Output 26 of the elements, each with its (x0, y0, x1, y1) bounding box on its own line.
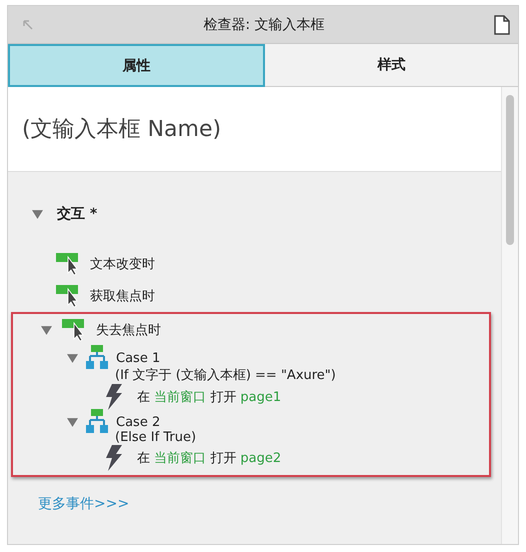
event-cursor-icon (62, 319, 86, 341)
event-label[interactable]: 获取焦点时 (90, 287, 155, 305)
action-text[interactable]: 在 当前窗口 打开 page1 (137, 388, 282, 406)
disclosure-triangle-icon[interactable] (67, 416, 78, 428)
event-cursor-icon (56, 253, 80, 275)
tab[interactable]: 属性 (8, 44, 265, 87)
case-condition: (Else If True) (114, 430, 198, 445)
event-label[interactable]: 文本改变时 (90, 255, 155, 273)
window-title: 检查器: 文输入本框 (203, 16, 325, 34)
section-title: 交互 * (57, 205, 98, 223)
case-name[interactable]: Case 1 (116, 350, 160, 366)
disclosure-triangle-icon[interactable] (67, 352, 78, 364)
event-cursor-icon (56, 285, 80, 307)
event-label[interactable]: 失去焦点时 (96, 321, 161, 339)
case-tree-icon (86, 345, 108, 371)
lightning-bolt-icon (105, 445, 123, 471)
case-condition: (If 文字于 (文输入本框) == "Axure") (114, 367, 337, 384)
disclosure-triangle-icon[interactable] (41, 324, 52, 336)
scrollbar[interactable] (501, 87, 518, 544)
document-icon[interactable] (494, 14, 510, 34)
action-text[interactable]: 在 当前窗口 打开 page2 (137, 449, 282, 467)
lightning-bolt-icon (105, 384, 123, 410)
case-tree-icon (86, 409, 108, 435)
disclosure-triangle-icon[interactable] (32, 208, 43, 220)
name-field[interactable]: (文输入本框 Name) (8, 87, 501, 171)
case-name[interactable]: Case 2 (116, 414, 160, 430)
